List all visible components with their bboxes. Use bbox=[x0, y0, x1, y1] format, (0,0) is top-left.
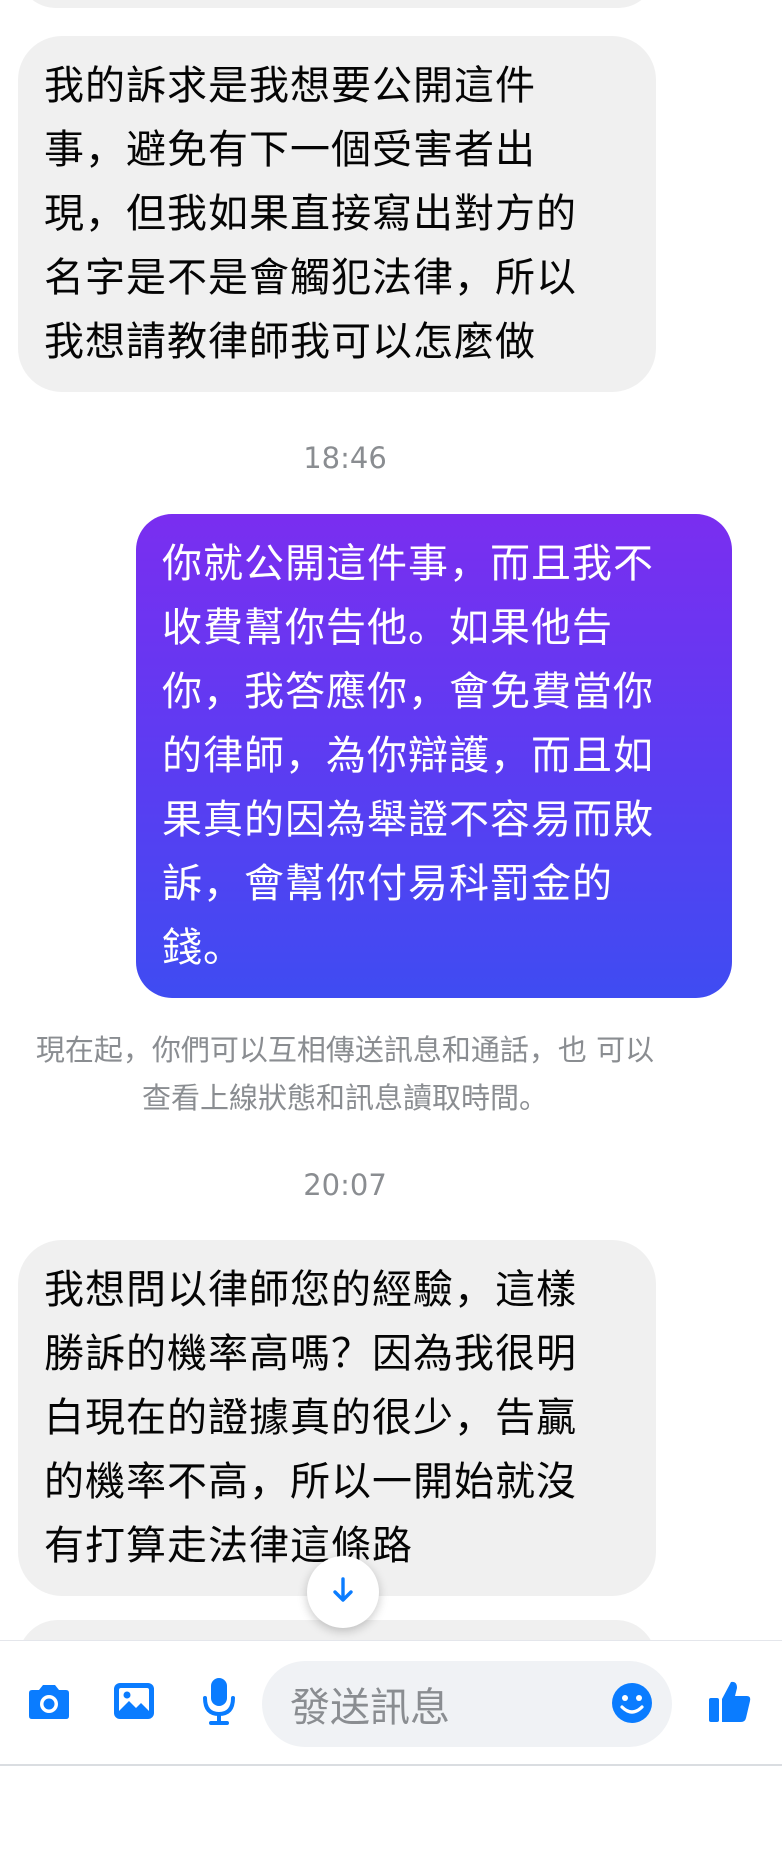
incoming-message-1[interactable]: 我的訴求是我想要公開這件 事，避免有下一個受害者出 現，但我如果直接寫出對方的 … bbox=[18, 36, 656, 392]
timestamp-2007: 20:07 bbox=[303, 1168, 387, 1202]
thumbs-up-icon bbox=[707, 1678, 753, 1728]
outgoing-message-1[interactable]: 你就公開這件事，而且我不 收費幫你告他。如果他告 你，我答應你，會免費當你 的律… bbox=[136, 514, 732, 998]
message-bubble-stub-top bbox=[18, 0, 656, 8]
system-notice: 現在起，你們可以互相傳送訊息和通話，也 可以查看上線狀態和訊息讀取時間。 bbox=[35, 1033, 655, 1115]
camera-icon bbox=[25, 1682, 73, 1726]
composer-bar: 發送訊息 bbox=[0, 1640, 782, 1765]
gallery-button[interactable] bbox=[108, 1677, 160, 1729]
nav-divider bbox=[0, 1764, 782, 1766]
camera-button[interactable] bbox=[20, 1679, 78, 1729]
emoji-icon bbox=[611, 1682, 653, 1728]
microphone-button[interactable] bbox=[196, 1675, 242, 1731]
scroll-to-bottom-button[interactable] bbox=[307, 1556, 379, 1628]
like-button[interactable] bbox=[704, 1677, 756, 1729]
image-icon bbox=[112, 1679, 156, 1727]
arrow-down-icon bbox=[328, 1575, 358, 1609]
incoming-message-2[interactable]: 我想問以律師您的經驗，這樣 勝訴的機率高嗎？因為我很明 白現在的證據真的很少，告… bbox=[18, 1240, 656, 1596]
message-input-placeholder: 發送訊息 bbox=[290, 1685, 450, 1731]
timestamp-1846: 18:46 bbox=[303, 441, 387, 475]
microphone-icon bbox=[201, 1676, 237, 1730]
emoji-button[interactable] bbox=[610, 1683, 654, 1727]
